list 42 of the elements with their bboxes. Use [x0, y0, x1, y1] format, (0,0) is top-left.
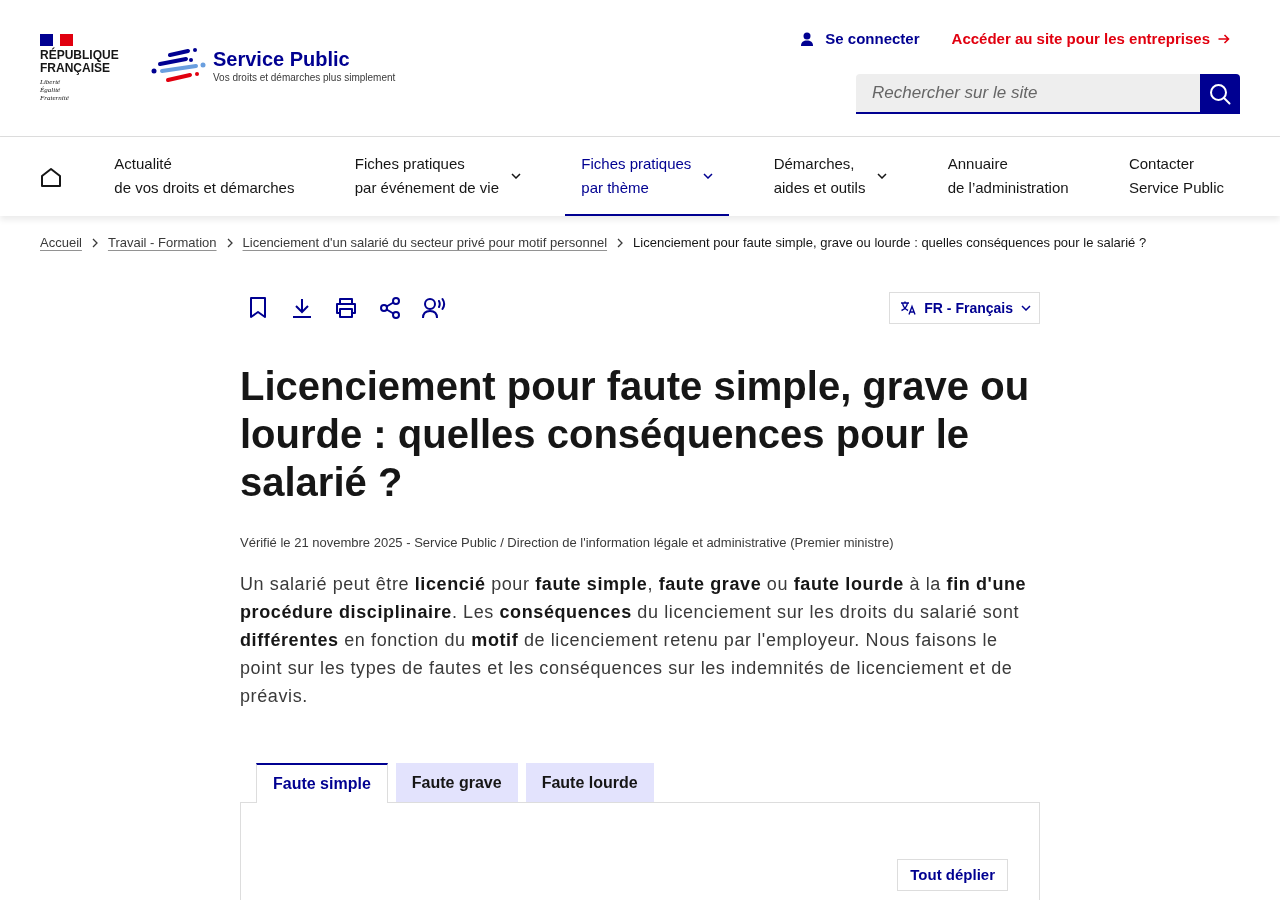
chevron-down-icon	[1021, 305, 1031, 311]
expand-all-button[interactable]: Tout déplier	[897, 859, 1008, 891]
chevron-right-icon	[617, 238, 624, 248]
home-icon	[40, 166, 62, 187]
brand-name[interactable]: Service Public	[213, 46, 396, 71]
download-icon	[292, 298, 312, 318]
nav-item[interactable]: Fiches pratiques par thème	[565, 137, 730, 216]
republic-name: FRANÇAISE	[40, 62, 110, 75]
brand-tagline: Vos droits et démarches plus simplement	[213, 70, 396, 84]
tab[interactable]: Faute lourde	[525, 763, 654, 802]
speaking-person-icon	[422, 297, 446, 319]
breadcrumb-link[interactable]: Travail - Formation	[107, 234, 217, 252]
arrow-right-icon	[1218, 33, 1230, 46]
tab[interactable]: Faute simple	[256, 763, 388, 803]
chevron-right-icon	[91, 238, 98, 248]
republic-name: RÉPUBLIQUE	[40, 49, 119, 62]
breadcrumb-current: Licenciement pour faute simple, grave ou lourde : quelles conséquences pour le salarié ?	[633, 234, 1147, 252]
intro-paragraph: Un salarié peut être licencié pour faute simple, faute grave ou faute lourde à la fin d'une procédure disciplinaire. Les conséquences du licenciement sur les droits du salarié sont différentes en fonction du motif de licenciement retenu par l'employeur. Nous faisons le point sur les types de fautes et les conséquences sur les indemnités de licenciement et de préavis.	[240, 573, 1028, 708]
search-field[interactable]: Rechercher sur le site	[856, 73, 1200, 114]
breadcrumb-link[interactable]: Licenciement d'un salarié du secteur privé pour motif personnel	[242, 234, 608, 252]
printer-icon	[335, 298, 357, 318]
nav-item[interactable]: Actualité de vos droits et démarches	[98, 137, 311, 216]
brand-logo-icon[interactable]	[150, 46, 206, 84]
bookmark-icon	[249, 297, 267, 319]
search-button[interactable]	[1200, 73, 1240, 114]
chevron-right-icon	[226, 238, 233, 248]
language-button[interactable]: FR - Français	[889, 292, 1040, 324]
flag-logo-icon	[40, 34, 73, 46]
translate-icon	[900, 301, 917, 315]
nav-item[interactable]: Démarches, aides et outils	[757, 137, 904, 216]
nav-item[interactable]: Annuaire de l’administration	[931, 137, 1085, 216]
tab[interactable]: Faute grave	[395, 763, 518, 802]
nav-item[interactable]: Fiches pratiques par événement de vie	[338, 137, 537, 216]
breadcrumb-link[interactable]: Accueil	[40, 234, 82, 252]
login-link[interactable]: Se connecter	[801, 28, 920, 51]
nav-item[interactable]: Contacter Service Public	[1112, 137, 1240, 216]
share-icon	[379, 297, 401, 319]
person-icon	[801, 32, 814, 47]
business-site-link[interactable]: Accéder au site pour les entreprises	[951, 28, 1230, 51]
page-title: Licenciement pour faute simple, grave ou lourde : quelles conséquences pour le salarié ?	[240, 363, 1031, 506]
search-icon	[1209, 82, 1231, 105]
verification-date: Vérifié le 21 novembre 2025 - Service Public / Direction de l'information légale et administrative (Premier ministre)	[240, 534, 895, 552]
